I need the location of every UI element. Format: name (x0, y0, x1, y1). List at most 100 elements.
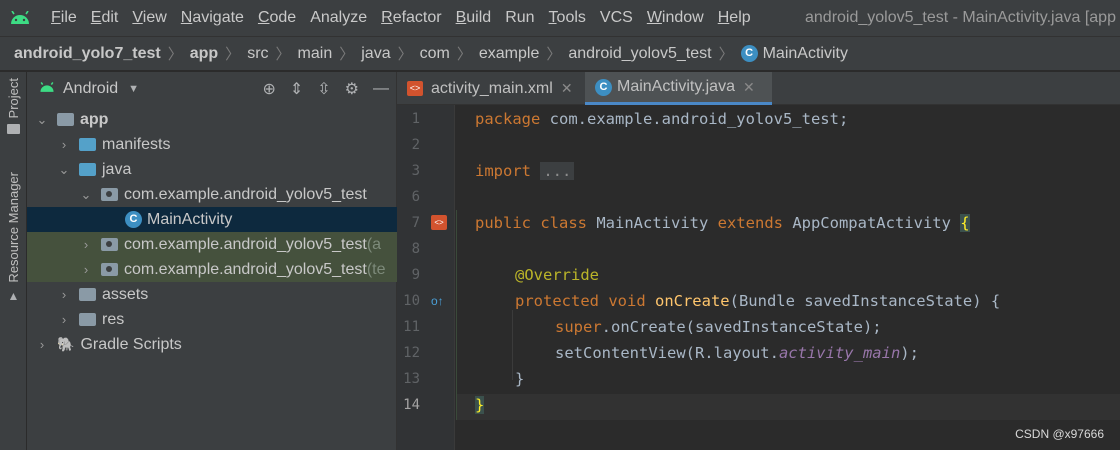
breadcrumb-example[interactable]: example (479, 45, 539, 63)
tree-item-res[interactable]: › res (27, 307, 397, 332)
expand-all-icon[interactable]: ⇕ (290, 79, 303, 99)
hide-icon[interactable]: — (373, 80, 389, 98)
project-tool-tab[interactable]: Project (0, 78, 27, 135)
tab-mainactivity-java[interactable]: C MainActivity.java ✕ (585, 72, 772, 105)
indent-guide (512, 310, 513, 380)
chevron-right-icon[interactable]: › (79, 237, 93, 252)
line-number: 11 (403, 319, 420, 335)
chevron-right-icon[interactable]: › (57, 312, 71, 327)
folded-imports[interactable]: ... (540, 162, 575, 180)
window-title: android_yolov5_test - MainActivity.java … (805, 9, 1116, 26)
chevron-down-icon[interactable]: ⌄ (79, 187, 93, 203)
code-line-14: } (475, 396, 485, 414)
line-number: 14 (403, 397, 420, 413)
resource-manager-tab[interactable]: Resource Manager ▲ (0, 172, 27, 303)
tree-item-package[interactable]: ⌄ com.example.android_yolov5_test (27, 182, 397, 207)
menu-build[interactable]: Build (449, 0, 499, 36)
layout-preview-icon[interactable]: <> (431, 215, 447, 230)
project-panel-header: Android ▼ ⊕ ⇕ ⇳ ⚙ — (27, 72, 397, 106)
tree-item-label: assets (102, 285, 149, 303)
breadcrumb-java[interactable]: java (361, 45, 390, 63)
code-line-10: protected void onCreate(Bundle savedInst… (515, 292, 1001, 310)
project-panel: Android ▼ ⊕ ⇕ ⇳ ⚙ — ⌄ app › manifests ⌄ … (27, 72, 397, 450)
menu-refactor[interactable]: Refactor (374, 0, 448, 36)
tree-item-label: java (102, 160, 132, 178)
breadcrumb-class[interactable]: MainActivity (763, 45, 848, 63)
code-line-9: @Override (515, 266, 599, 284)
tree-item-label: com.example.android_yolov5_test (124, 185, 367, 203)
line-number: 10 (403, 293, 420, 309)
chevron-right-icon[interactable]: › (57, 287, 71, 302)
project-view-selector[interactable]: Android (63, 80, 118, 98)
locate-icon[interactable]: ⊕ (262, 79, 275, 99)
tree-item-label: app (80, 110, 109, 128)
folder-icon (79, 288, 96, 301)
panel-toolbar: ⊕ ⇕ ⇳ ⚙ — (262, 72, 389, 106)
tab-label: activity_main.xml (431, 79, 553, 97)
tool-window-strip: Project Resource Manager ▲ (0, 72, 27, 450)
breadcrumb-main[interactable]: main (298, 45, 333, 63)
breadcrumb-com[interactable]: com (420, 45, 450, 63)
tree-item-mainactivity[interactable]: C MainActivity (27, 207, 397, 232)
class-icon: C (125, 211, 142, 228)
menu-code[interactable]: Code (251, 0, 303, 36)
tree-item-app[interactable]: ⌄ app (27, 107, 397, 132)
collapse-all-icon[interactable]: ⇳ (317, 79, 330, 99)
menu-tools[interactable]: Tools (542, 0, 593, 36)
folder-icon (79, 313, 96, 326)
tree-item-gradle-scripts[interactable]: › 🐘 Gradle Scripts (27, 332, 397, 357)
menu-view[interactable]: View (125, 0, 173, 36)
menu-run[interactable]: Run (498, 0, 541, 36)
code-line-1: package com.example.android_yolov5_test; (475, 110, 849, 128)
line-number: 12 (403, 345, 420, 361)
chevron-right-icon[interactable]: › (35, 337, 49, 352)
code-line-7: public class MainActivity extends AppCom… (475, 214, 970, 232)
shapes-icon: ▲ (7, 288, 20, 303)
code-line-3: import ... (475, 158, 575, 184)
menu-help[interactable]: Help (711, 0, 758, 36)
menu-window[interactable]: Window (640, 0, 711, 36)
tree-item-suffix: (a (366, 235, 382, 253)
menu-navigate[interactable]: Navigate (174, 0, 251, 36)
code-editor[interactable]: package com.example.android_yolov5_test;… (456, 105, 1120, 450)
tree-item-manifests[interactable]: › manifests (27, 132, 397, 157)
breadcrumb-src[interactable]: src (247, 45, 268, 63)
gear-icon[interactable]: ⚙ (345, 79, 359, 99)
line-number: 8 (411, 241, 420, 257)
chevron-right-icon[interactable]: › (57, 137, 71, 152)
editor-gutter: 1 2 3 6 7 8 9 10 11 12 13 14 <> o↑ + − − (397, 105, 472, 450)
tab-activity-main-xml[interactable]: <> activity_main.xml ✕ (397, 72, 584, 105)
chevron-down-icon[interactable]: ⌄ (35, 112, 49, 128)
line-number: 7 (411, 215, 420, 231)
current-line-highlight (456, 394, 1120, 420)
breadcrumb-project[interactable]: android_yolo7_test (14, 45, 161, 63)
tree-item-suffix: (te (366, 260, 386, 278)
xml-file-icon: <> (407, 81, 423, 96)
menu-analyze[interactable]: Analyze (303, 0, 374, 36)
menu-file[interactable]: File (44, 0, 84, 36)
editor-tabs: <> activity_main.xml ✕ C MainActivity.ja… (397, 72, 1120, 105)
line-number: 9 (411, 267, 420, 283)
breadcrumb-package[interactable]: android_yolov5_test (568, 45, 711, 63)
breadcrumb: android_yolo7_test 〉 app 〉 src 〉 main 〉 java… (0, 36, 1120, 71)
code-line-13: } (515, 370, 525, 388)
tree-item-label: com.example.android_yolov5_test (124, 260, 367, 278)
close-icon[interactable]: ✕ (743, 79, 755, 96)
menu-vcs[interactable]: VCS (593, 0, 640, 36)
breadcrumb-module[interactable]: app (190, 45, 218, 63)
chevron-down-icon[interactable]: ⌄ (57, 162, 71, 178)
menu-edit[interactable]: Edit (84, 0, 126, 36)
folder-icon (7, 124, 20, 135)
tree-item-label: com.example.android_yolov5_test (124, 235, 367, 253)
tree-item-package-androidtest[interactable]: › com.example.android_yolov5_test (a (27, 232, 397, 257)
tree-item-assets[interactable]: › assets (27, 282, 397, 307)
module-folder-icon (57, 113, 74, 126)
tree-item-package-test[interactable]: › com.example.android_yolov5_test (te (27, 257, 397, 282)
chevron-down-icon[interactable]: ▼ (128, 83, 139, 95)
package-icon (101, 263, 118, 276)
tree-item-java[interactable]: ⌄ java (27, 157, 397, 182)
indent-guide (456, 210, 457, 420)
chevron-right-icon[interactable]: › (79, 262, 93, 277)
override-marker-icon[interactable]: o↑ (431, 294, 444, 308)
close-icon[interactable]: ✕ (561, 80, 573, 97)
